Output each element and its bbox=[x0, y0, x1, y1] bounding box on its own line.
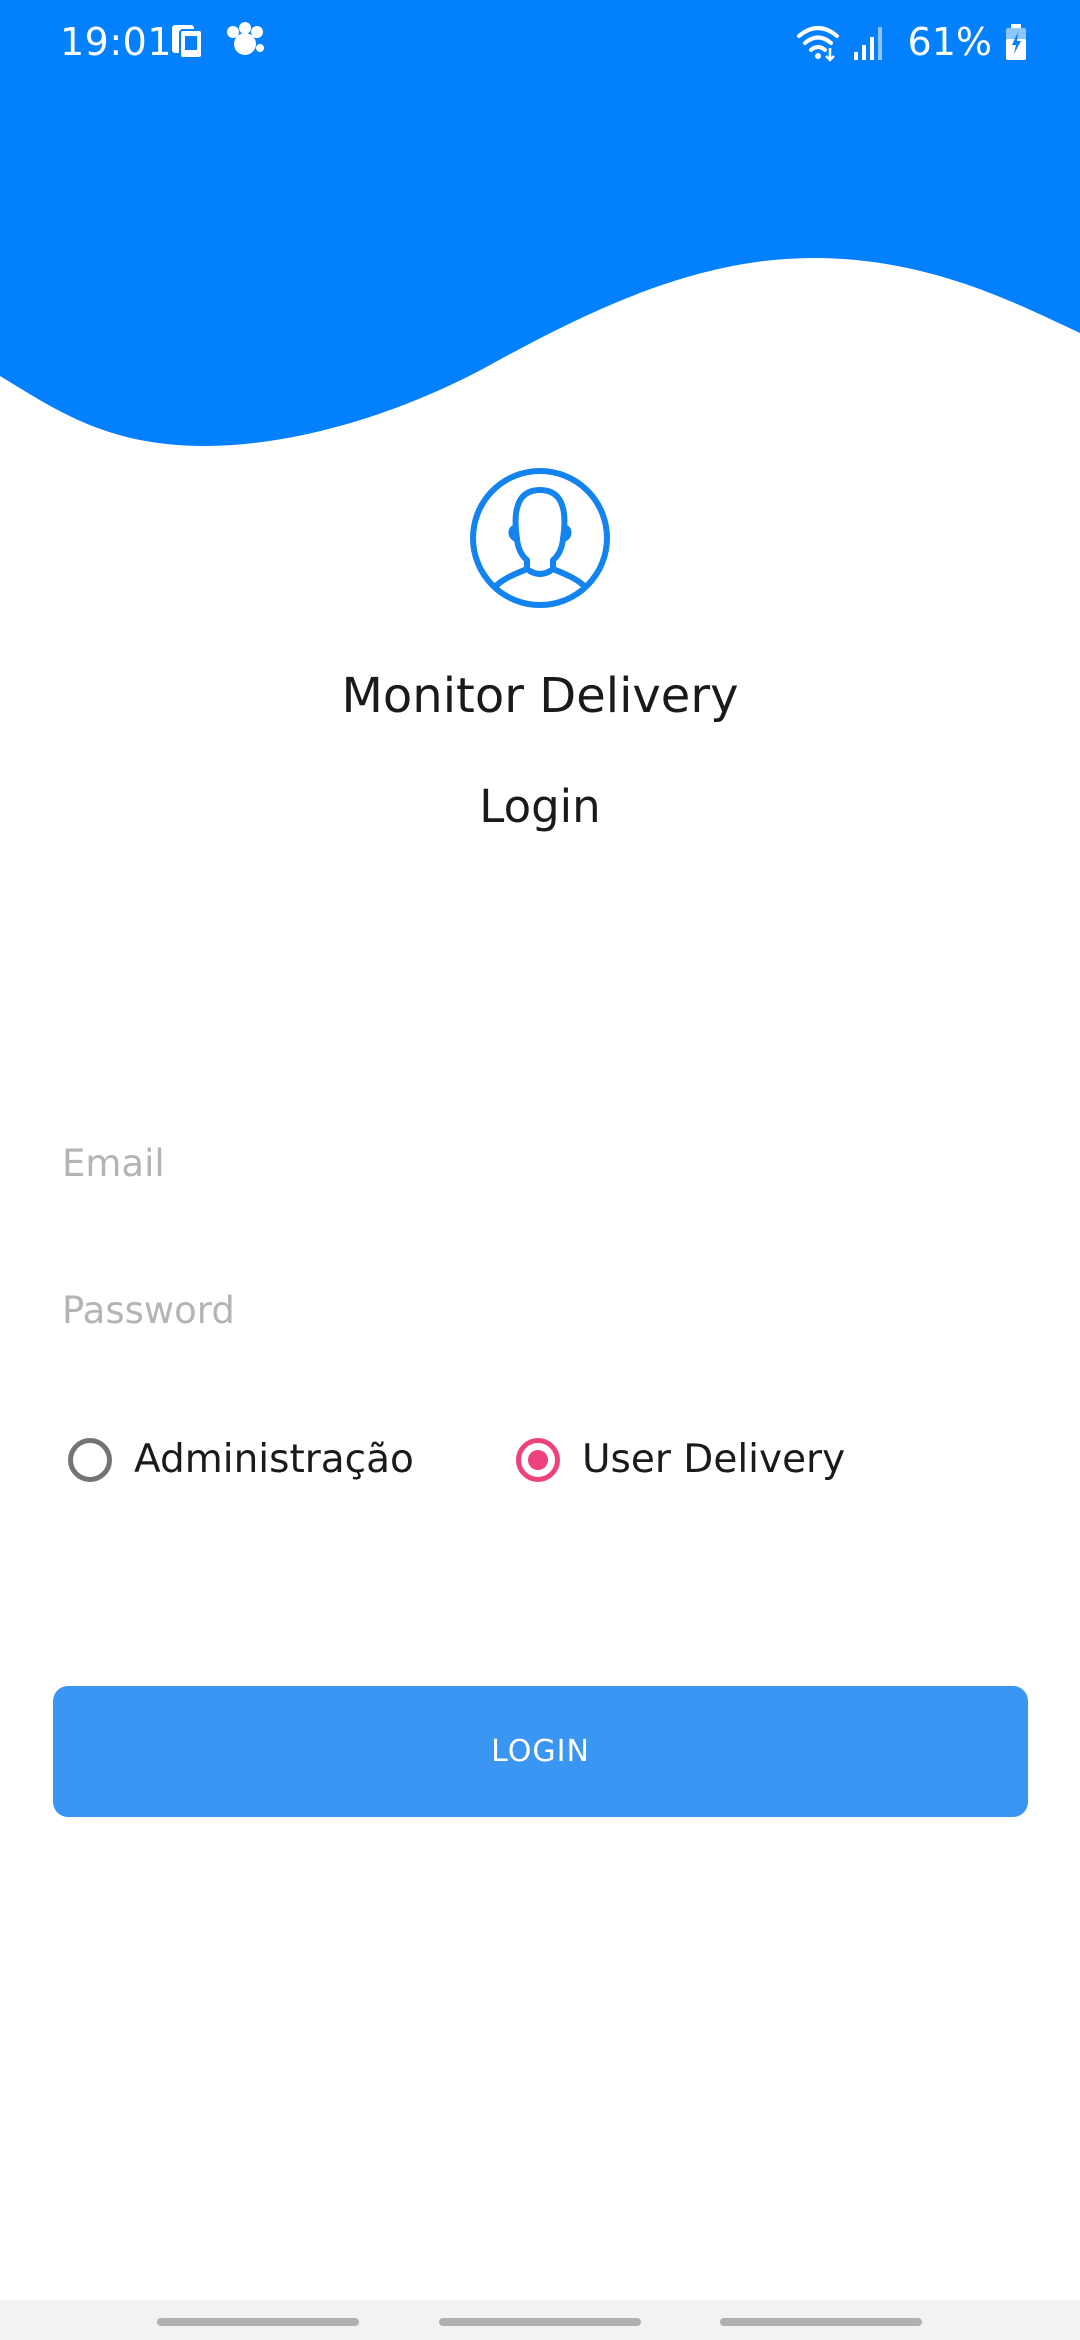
nav-gesture-handle[interactable] bbox=[439, 2318, 641, 2326]
battery-icon bbox=[1006, 24, 1026, 60]
nav-gesture-handle[interactable] bbox=[157, 2318, 359, 2326]
gesture-navigation-bar bbox=[0, 2300, 1080, 2340]
password-field[interactable] bbox=[62, 1275, 1022, 1345]
radio-option-administracao[interactable]: Administração bbox=[68, 1430, 414, 1490]
user-profile-icon bbox=[470, 468, 610, 608]
notification-paw-icon bbox=[227, 22, 264, 55]
email-field[interactable] bbox=[62, 1128, 1022, 1198]
wifi-icon bbox=[796, 26, 839, 62]
nav-gesture-handle[interactable] bbox=[720, 2318, 922, 2326]
app-title: Monitor Delivery bbox=[341, 668, 739, 724]
radio-button-administracao[interactable] bbox=[68, 1438, 112, 1482]
radio-label-administracao: Administração bbox=[134, 1437, 414, 1482]
status-notification-icons bbox=[168, 20, 266, 64]
radio-button-user-delivery[interactable] bbox=[516, 1438, 560, 1482]
page-title: Login bbox=[479, 780, 601, 833]
battery-percentage: 61% bbox=[907, 20, 992, 64]
status-time: 19:01 bbox=[60, 20, 173, 64]
status-system-icons: 61% bbox=[796, 18, 1028, 66]
login-button[interactable]: LOGIN bbox=[53, 1686, 1028, 1817]
signal-icon bbox=[853, 27, 882, 60]
radio-option-user-delivery[interactable]: User Delivery bbox=[516, 1430, 845, 1490]
notification-phone-icon bbox=[172, 25, 203, 59]
radio-label-user-delivery: User Delivery bbox=[582, 1437, 846, 1482]
status-bar: 19:01 61% bbox=[0, 0, 1080, 84]
radio-selected-dot bbox=[528, 1450, 548, 1470]
